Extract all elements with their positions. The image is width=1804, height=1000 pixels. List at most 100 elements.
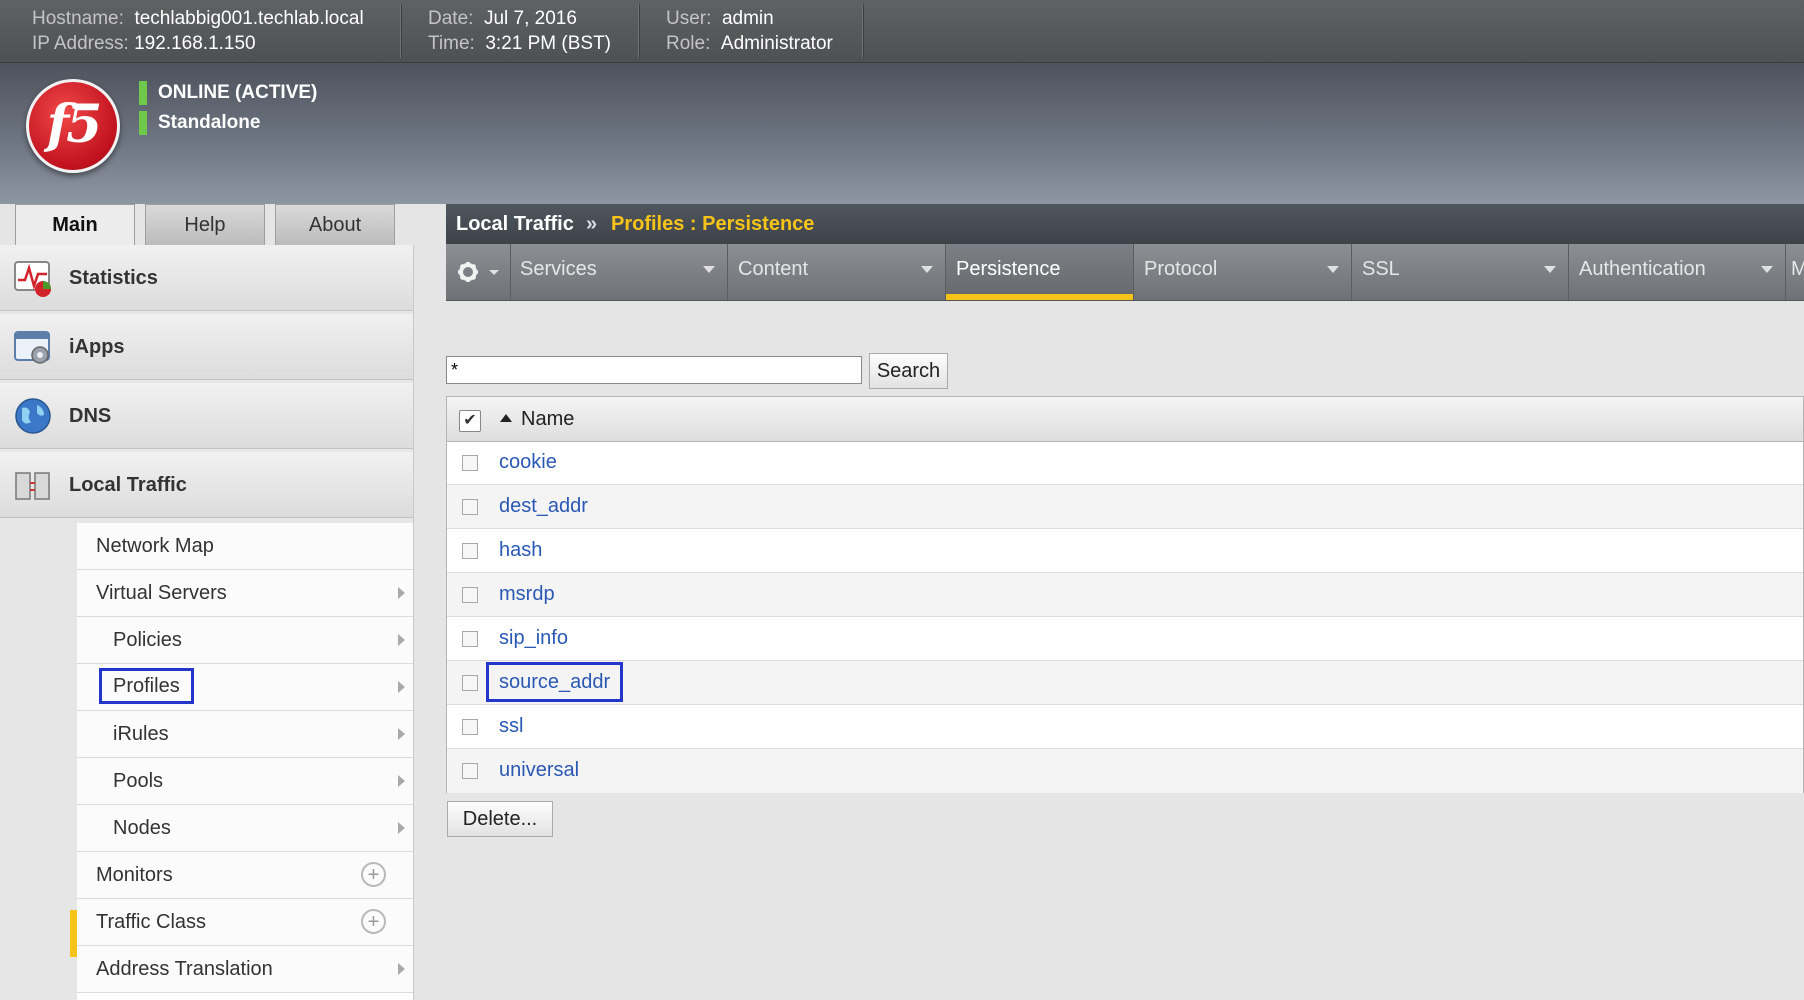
chevron-down-icon	[921, 266, 933, 273]
chevron-right-icon	[398, 963, 405, 975]
row-checkbox[interactable]	[462, 675, 478, 691]
profile-link[interactable]: hash	[489, 529, 552, 571]
row-checkbox[interactable]	[462, 719, 478, 735]
breadcrumb-section[interactable]: Local Traffic	[456, 204, 574, 244]
ip-value: 192.168.1.150	[134, 33, 256, 54]
chevron-down-icon	[489, 270, 499, 275]
tab-persistence[interactable]: Persistence	[946, 244, 1134, 300]
chevron-down-icon	[1327, 266, 1339, 273]
tab-more[interactable]: M	[1786, 244, 1804, 300]
table-row: cookie	[447, 441, 1803, 485]
chevron-down-icon	[1544, 266, 1556, 273]
submenu-label: Traffic Class	[96, 911, 207, 933]
user-label: User:	[666, 8, 712, 29]
tab-about[interactable]: About	[275, 204, 395, 245]
search-button[interactable]: Search	[869, 353, 948, 389]
sidebar-item-iapps[interactable]: iApps	[0, 314, 413, 380]
system-info-bar: Hostname: techlabbig001.techlab.local IP…	[0, 0, 1804, 63]
local-traffic-icon	[15, 472, 50, 500]
tab-content[interactable]: Content	[728, 244, 946, 300]
table-row: hash	[447, 529, 1803, 573]
status-indicator	[139, 81, 147, 105]
statistics-icon	[14, 261, 51, 297]
profile-link[interactable]: dest_addr	[489, 485, 598, 527]
profile-link[interactable]: ssl	[489, 705, 533, 747]
divider	[862, 4, 864, 58]
date-value: Jul 7, 2016	[483, 8, 577, 29]
submenu-label: Pools	[113, 770, 164, 792]
submenu-pools[interactable]: Pools	[77, 758, 413, 805]
column-header-name[interactable]: Name	[521, 397, 574, 441]
submenu-label: Nodes	[113, 817, 171, 839]
divider	[638, 4, 640, 58]
sidebar-label: iApps	[69, 336, 125, 358]
profile-link[interactable]: cookie	[489, 441, 567, 483]
tab-main[interactable]: Main	[15, 204, 135, 246]
device-mode: Standalone	[139, 111, 260, 135]
row-checkbox[interactable]	[462, 631, 478, 647]
local-traffic-submenu: Network Map Virtual Servers Policies Pro…	[77, 523, 413, 1000]
tab-label: Services	[520, 258, 597, 280]
tab-services[interactable]: Services	[510, 244, 728, 300]
profile-link[interactable]: source_addr	[485, 662, 624, 702]
submenu-label: Network Map	[96, 535, 214, 557]
row-checkbox[interactable]	[462, 763, 478, 779]
submenu-address-translation[interactable]: Address Translation	[77, 946, 413, 993]
status-online-text: ONLINE (ACTIVE)	[158, 82, 318, 104]
profile-link[interactable]: msrdp	[489, 573, 565, 615]
sort-ascending-icon[interactable]	[500, 414, 512, 422]
table-row: source_addr	[447, 661, 1803, 705]
delete-button[interactable]: Delete...	[447, 801, 553, 837]
table-header: ✔ Name	[447, 397, 1803, 442]
chevron-right-icon	[398, 775, 405, 787]
submenu-label: Policies	[113, 629, 182, 651]
search-input[interactable]	[446, 356, 862, 384]
submenu-nodes[interactable]: Nodes	[77, 805, 413, 852]
tab-authentication[interactable]: Authentication	[1569, 244, 1786, 300]
tab-label: M	[1791, 258, 1804, 280]
hostname-value: techlabbig001.techlab.local	[134, 8, 364, 29]
add-icon[interactable]: +	[361, 909, 386, 934]
sidebar-item-statistics[interactable]: Statistics	[0, 245, 413, 311]
host-info: Hostname: techlabbig001.techlab.local IP…	[32, 6, 364, 56]
submenu-policies[interactable]: Policies	[77, 617, 413, 664]
row-checkbox[interactable]	[462, 499, 478, 515]
gear-menu-button[interactable]	[446, 244, 511, 300]
submenu-network-map[interactable]: Network Map	[77, 523, 413, 570]
gear-icon	[458, 262, 499, 282]
tab-ssl[interactable]: SSL	[1352, 244, 1569, 300]
table-row: dest_addr	[447, 485, 1803, 529]
tab-protocol[interactable]: Protocol	[1134, 244, 1352, 300]
submenu-virtual-servers[interactable]: Virtual Servers	[77, 570, 413, 617]
submenu-label: Virtual Servers	[96, 582, 227, 604]
date-label: Date:	[428, 8, 474, 29]
status-mode-text: Standalone	[158, 112, 261, 134]
submenu-profiles[interactable]: Profiles	[77, 664, 413, 711]
add-icon[interactable]: +	[361, 862, 386, 887]
submenu-monitors[interactable]: Monitors +	[77, 852, 413, 899]
row-checkbox[interactable]	[462, 455, 478, 471]
chevron-down-icon	[1761, 266, 1773, 273]
role-label: Role:	[666, 33, 711, 54]
sidebar-label: Local Traffic	[69, 474, 187, 496]
sidebar-item-local-traffic[interactable]: Local Traffic	[0, 452, 413, 518]
submenu-irules[interactable]: iRules	[77, 711, 413, 758]
tab-label: Authentication	[1579, 258, 1706, 280]
select-all-checkbox[interactable]: ✔	[459, 410, 481, 432]
chevron-right-icon	[398, 587, 405, 599]
dns-globe-icon	[15, 398, 51, 434]
hostname-label: Hostname:	[32, 8, 124, 29]
device-status: ONLINE (ACTIVE)	[139, 81, 317, 105]
submenu-traffic-class[interactable]: Traffic Class +	[77, 899, 413, 946]
tab-label: SSL	[1362, 258, 1400, 280]
time-value: 3:21 PM (BST)	[485, 33, 612, 54]
tab-help[interactable]: Help	[145, 204, 265, 245]
breadcrumb-page: Profiles : Persistence	[611, 213, 815, 235]
chevron-right-icon	[398, 728, 405, 740]
submenu-label: Monitors	[96, 864, 173, 886]
row-checkbox[interactable]	[462, 587, 478, 603]
sidebar-item-dns[interactable]: DNS	[0, 383, 413, 449]
profile-link[interactable]: universal	[489, 749, 589, 791]
profile-link[interactable]: sip_info	[489, 617, 578, 659]
row-checkbox[interactable]	[462, 543, 478, 559]
